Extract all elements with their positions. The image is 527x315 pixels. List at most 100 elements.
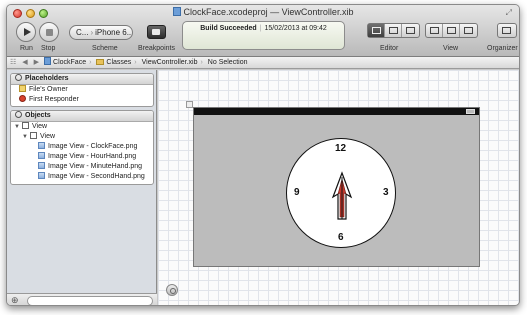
outline-item-root-view[interactable]: ▼ View: [11, 122, 153, 132]
activity-viewer: Build Succeeded | 15/02/2013 at 09:42: [182, 21, 345, 50]
scheme-label: Scheme: [92, 45, 118, 52]
disclosure-triangle-icon[interactable]: ▼: [22, 132, 30, 142]
project-icon: [44, 57, 52, 65]
outline-filter-field[interactable]: [27, 296, 153, 305]
navigator-icon: [430, 27, 439, 34]
simulated-status-bar: [194, 108, 479, 115]
first-responder-icon: [19, 95, 26, 102]
outline-item-label: Image View - SecondHand.png: [48, 173, 145, 180]
placeholders-title: Placeholders: [25, 75, 69, 82]
crumb-project-label: ClockFace: [53, 59, 87, 66]
assistant-editor-icon: [389, 27, 398, 34]
crumb-selection[interactable]: No Selection: [208, 57, 248, 68]
stop-button[interactable]: [39, 22, 59, 42]
scene-object-icon[interactable]: [186, 101, 193, 108]
version-editor-icon: [406, 27, 415, 34]
cube-icon: [19, 85, 26, 92]
placeholders-panel: Placeholders File's Owner First Responde…: [10, 73, 154, 107]
crumb-group[interactable]: Classes: [96, 57, 131, 68]
outline-item-label: Image View - MinuteHand.png: [48, 163, 143, 170]
breakpoints-button[interactable]: [147, 25, 166, 39]
image-view-icon: [38, 142, 45, 149]
objects-icon: [15, 111, 22, 118]
fullscreen-icon[interactable]: ⤢: [506, 8, 512, 18]
outline-item-image-view[interactable]: Image View - MinuteHand.png: [11, 162, 153, 172]
utilities-toggle-button[interactable]: [460, 24, 477, 37]
battery-icon: [466, 109, 475, 114]
debug-area-toggle-button[interactable]: [443, 24, 460, 37]
build-time: 15/02/2013 at 09:42: [264, 25, 327, 32]
breakpoints-label: Breakpoints: [138, 45, 175, 52]
back-arrow-icon[interactable]: ◀: [22, 57, 27, 68]
organizer-icon: [502, 27, 511, 34]
project-file-icon: [172, 7, 181, 16]
window-title-text: ClockFace.xcodeproj —: [183, 7, 282, 17]
view-icon: [22, 122, 29, 129]
crumb-file-label: ViewController.xib: [141, 59, 198, 66]
image-view-icon: [38, 152, 45, 159]
window-title: ClockFace.xcodeproj — ViewController.xib: [7, 7, 519, 17]
jump-bar: ☷ ◀ ▶ ClockFace › Classes › ViewController.x…: [7, 57, 519, 69]
view-icon: [30, 132, 37, 139]
outline-item-image-view[interactable]: Image View - ClockFace.png: [11, 142, 153, 152]
clock-hands-image[interactable]: [287, 139, 397, 249]
editor-segmented-control[interactable]: [367, 23, 420, 38]
view-segmented-control[interactable]: [425, 23, 478, 38]
crumb-group-label: Classes: [106, 59, 132, 66]
toolbar: ClockFace.xcodeproj — ViewController.xib…: [7, 5, 519, 57]
outline-item-label: First Responder: [29, 96, 79, 103]
crumb-file[interactable]: ViewController.xib: [142, 57, 198, 68]
outline-item-label: Image View - ClockFace.png: [48, 143, 138, 150]
outline-filter-bar: ⊕: [7, 293, 157, 305]
organizer-label: Organizer: [487, 45, 518, 52]
assistant-editor-button[interactable]: [385, 24, 402, 37]
interface-builder-canvas[interactable]: 12 3 6 9: [158, 70, 519, 305]
folder-icon: [96, 59, 105, 65]
scheme-selector[interactable]: C... › iPhone 6....: [69, 25, 133, 40]
outline-item-label: View: [32, 123, 48, 130]
view-label: View: [443, 45, 459, 52]
run-button[interactable]: [16, 22, 36, 42]
crumb-project[interactable]: ClockFace: [44, 57, 86, 68]
clock-face-image[interactable]: 12 3 6 9: [286, 138, 396, 248]
forward-arrow-icon[interactable]: ▶: [34, 57, 39, 68]
window-file-title: ViewController.xib: [281, 7, 354, 17]
image-view-icon: [38, 162, 45, 169]
scheme-device: iPhone 6....: [95, 28, 133, 37]
related-items-icon[interactable]: ☷: [10, 57, 16, 68]
scheme-target: C...: [76, 28, 89, 37]
organizer-button[interactable]: [497, 23, 517, 38]
outline-item-first-responder[interactable]: First Responder: [11, 95, 153, 105]
objects-panel: Objects ▼ View ▼ View Image View - ClockFa…: [10, 110, 154, 185]
outline-item-image-view[interactable]: Image View - HourHand.png: [11, 152, 153, 162]
zoom-icon[interactable]: [166, 284, 178, 296]
crumb-selection-label: No Selection: [207, 59, 248, 66]
editor-label: Editor: [380, 45, 399, 52]
navigator-toggle-button[interactable]: [426, 24, 443, 37]
outline-item-child-view[interactable]: ▼ View: [11, 132, 153, 142]
objects-header: Objects: [11, 111, 153, 122]
organizer-button-face[interactable]: [498, 24, 516, 37]
filter-options-icon[interactable]: ⊕: [11, 295, 19, 305]
stop-label: Stop: [41, 45, 56, 52]
standard-editor-button[interactable]: [368, 24, 385, 37]
utilities-icon: [464, 27, 473, 34]
disclosure-triangle-icon[interactable]: ▼: [14, 122, 22, 132]
outline-item-label: View: [40, 133, 56, 140]
xcode-window: ClockFace.xcodeproj — ViewController.xib…: [6, 4, 520, 306]
placeholders-header: Placeholders: [11, 74, 153, 85]
standard-editor-icon: [372, 27, 381, 34]
outline-item-label: File's Owner: [29, 86, 68, 93]
placeholders-icon: [15, 74, 22, 81]
debug-area-icon: [447, 27, 456, 34]
outline-item-files-owner[interactable]: File's Owner: [11, 85, 153, 95]
run-label: Run: [20, 45, 33, 52]
objects-title: Objects: [25, 112, 51, 119]
outline-item-label: Image View - HourHand.png: [48, 153, 137, 160]
version-editor-button[interactable]: [402, 24, 419, 37]
document-outline: Placeholders File's Owner First Responde…: [7, 70, 157, 305]
outline-item-image-view[interactable]: Image View - SecondHand.png: [11, 172, 153, 182]
build-status: Build Succeeded: [200, 25, 257, 32]
view-controller-screen[interactable]: 12 3 6 9: [193, 107, 480, 267]
image-view-icon: [38, 172, 45, 179]
